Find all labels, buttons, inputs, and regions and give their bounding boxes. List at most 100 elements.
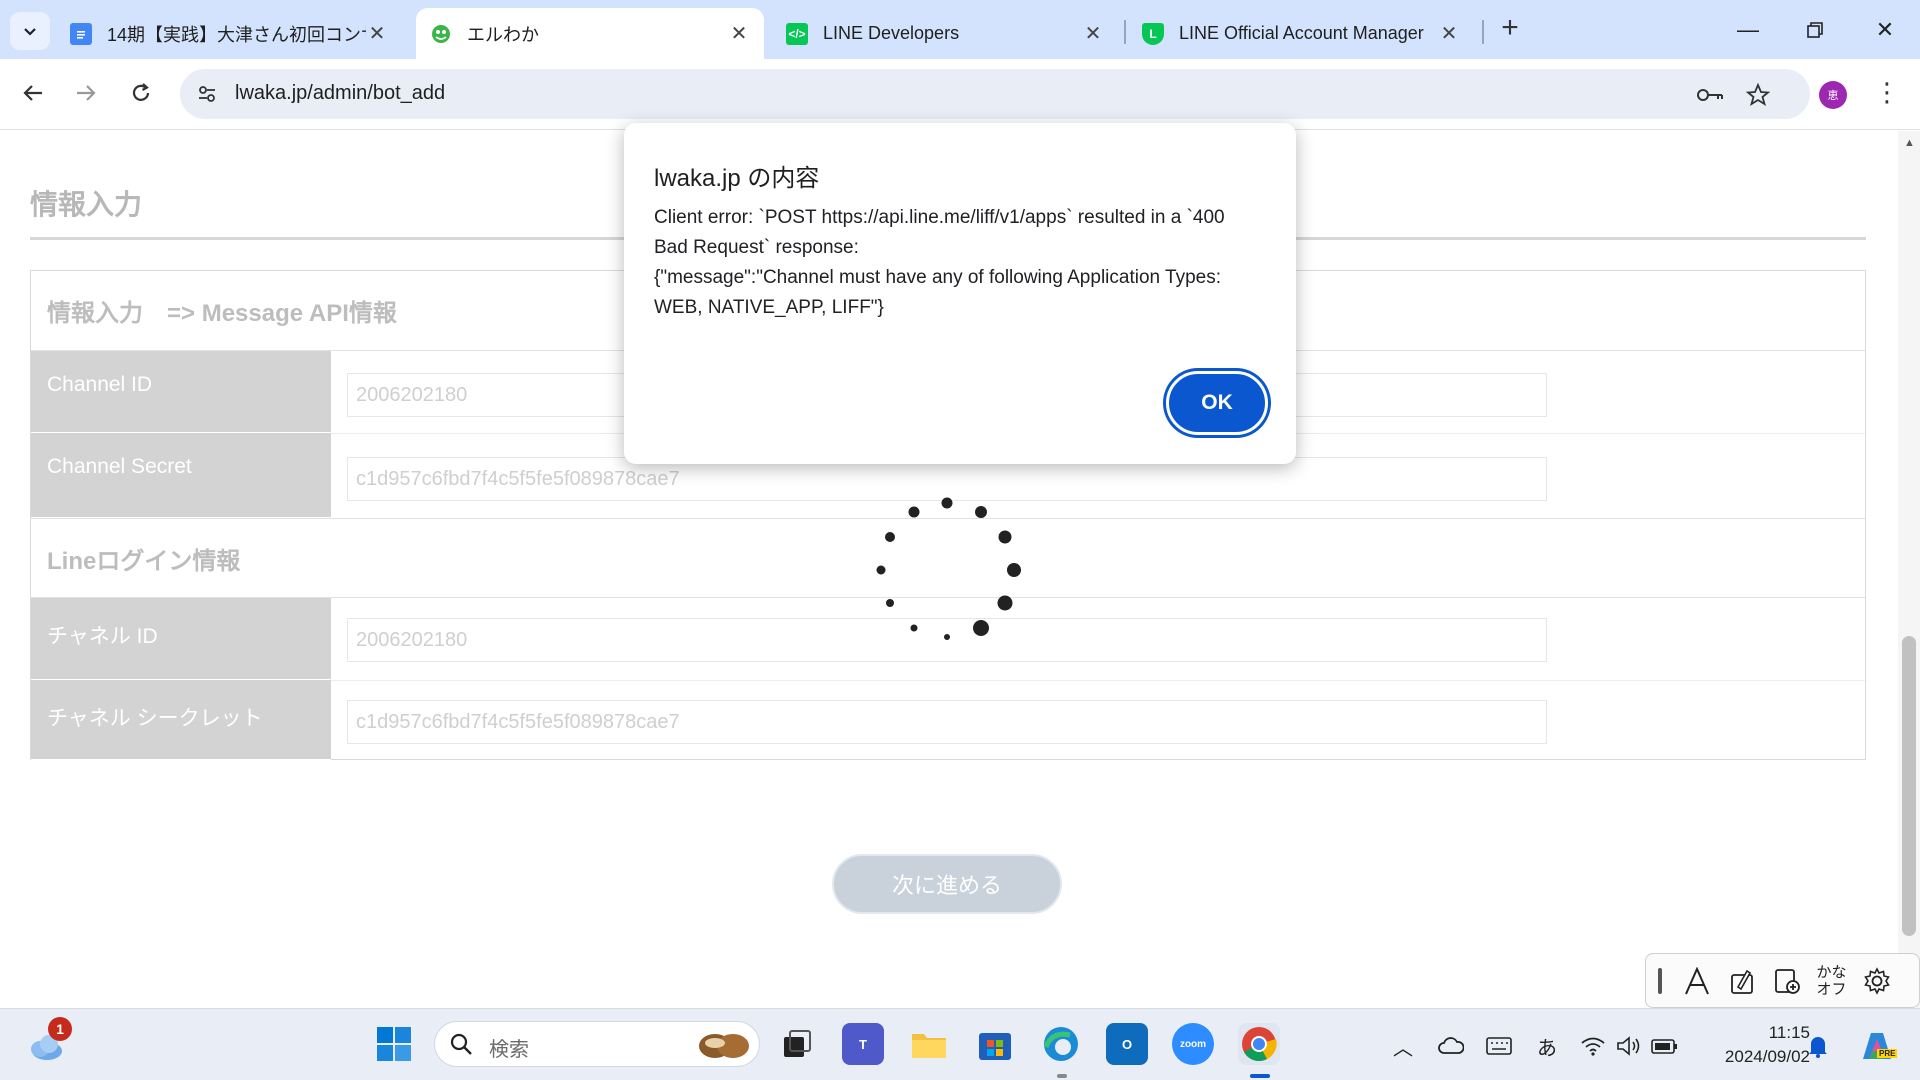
login-channel-secret-input[interactable] bbox=[347, 700, 1547, 744]
notification-badge: 1 bbox=[48, 1017, 72, 1041]
tab-label: LINE Developers bbox=[823, 23, 960, 43]
row-divider bbox=[331, 680, 1867, 681]
ime-drag-handle[interactable] bbox=[1646, 953, 1674, 1008]
chrome-icon[interactable] bbox=[1238, 1023, 1280, 1065]
restore-icon bbox=[1807, 22, 1823, 38]
tab-label: エルわか bbox=[467, 24, 539, 45]
windows-start-button[interactable] bbox=[373, 1023, 415, 1065]
ok-button[interactable]: OK bbox=[1166, 371, 1268, 435]
restore-button[interactable] bbox=[1790, 10, 1840, 50]
show-hidden-icons-icon[interactable]: ︿ bbox=[1388, 1031, 1418, 1061]
close-icon[interactable]: ✕ bbox=[1438, 21, 1460, 46]
ime-dictionary-add-icon[interactable] bbox=[1764, 953, 1809, 1008]
forward-button[interactable] bbox=[68, 75, 104, 111]
close-icon[interactable]: ✕ bbox=[1082, 21, 1104, 46]
key-icon[interactable] bbox=[1696, 81, 1724, 109]
login-channel-id-label: チャネル ID bbox=[31, 598, 331, 680]
dialog-title: lwaka.jp の内容 bbox=[654, 165, 820, 192]
copilot-icon[interactable]: PRE bbox=[1857, 1031, 1898, 1061]
tab-separator bbox=[1124, 20, 1126, 44]
tab-erwaka[interactable]: エルわか ✕ bbox=[416, 8, 764, 59]
volume-icon[interactable] bbox=[1614, 1031, 1644, 1061]
onedrive-cloud-icon[interactable] bbox=[1436, 1031, 1466, 1061]
search-icon bbox=[450, 1033, 472, 1055]
tab-consult-doc[interactable]: 14期【実践】大津さん初回コンサル ✕ bbox=[56, 8, 402, 59]
zoom-icon[interactable]: zoom bbox=[1172, 1023, 1214, 1065]
wifi-icon[interactable] bbox=[1578, 1031, 1608, 1061]
ime-kana-toggle[interactable]: かな オフ bbox=[1809, 953, 1854, 1008]
reload-icon bbox=[132, 83, 150, 101]
file-explorer-icon[interactable] bbox=[908, 1023, 950, 1065]
weather-widget[interactable]: 1 bbox=[24, 1017, 72, 1067]
battery-icon[interactable] bbox=[1650, 1031, 1680, 1061]
taskbar-search-box[interactable]: 検索 bbox=[434, 1021, 760, 1067]
close-icon[interactable]: ✕ bbox=[366, 21, 388, 46]
tab-search-button[interactable] bbox=[10, 12, 50, 50]
ime-font-icon[interactable] bbox=[1674, 953, 1719, 1008]
line-login-heading: Lineログイン情報 bbox=[31, 518, 1865, 598]
scroll-up-icon[interactable]: ▲ bbox=[1904, 137, 1915, 149]
url-text: lwaka.jp/admin/bot_add bbox=[235, 82, 446, 104]
task-view-icon[interactable] bbox=[776, 1023, 818, 1065]
search-highlight-image bbox=[699, 1034, 749, 1058]
page-scrollbar[interactable]: ▲ bbox=[1898, 131, 1920, 1008]
site-settings-icon[interactable] bbox=[194, 81, 220, 107]
tab-line-oa-manager[interactable]: L LINE Official Account Manager ✕ bbox=[1128, 8, 1474, 59]
clock-date: 2024/09/02 bbox=[1724, 1047, 1810, 1066]
ime-kana-state: オフ bbox=[1816, 980, 1847, 998]
section-title: 情報入力 bbox=[30, 189, 143, 220]
line-login-heading-text: Lineログイン情報 bbox=[47, 548, 241, 575]
ime-settings-gear-icon[interactable] bbox=[1854, 953, 1899, 1008]
tab-line-developers[interactable]: </> LINE Developers ✕ bbox=[772, 8, 1118, 59]
next-button[interactable]: 次に進める bbox=[832, 854, 1062, 914]
edge-icon[interactable] bbox=[1040, 1023, 1082, 1065]
docs-icon bbox=[70, 22, 92, 45]
tab-strip: 14期【実践】大津さん初回コンサル ✕ エルわか ✕ </> LINE Deve… bbox=[0, 0, 1920, 59]
address-bar[interactable]: lwaka.jp/admin/bot_add bbox=[180, 69, 1810, 119]
back-button[interactable] bbox=[15, 75, 51, 111]
tab-label: LINE Official Account Manager bbox=[1179, 23, 1424, 43]
login-channel-secret-label: チャネル シークレット bbox=[31, 680, 331, 760]
bookmark-star-icon[interactable] bbox=[1744, 81, 1772, 109]
line-developers-icon: </> bbox=[786, 22, 808, 45]
microsoft-store-icon[interactable] bbox=[974, 1023, 1016, 1065]
clock-time: 11:15 bbox=[1768, 1023, 1810, 1042]
windows-logo-icon bbox=[377, 1027, 411, 1061]
arrow-left-icon bbox=[23, 85, 42, 101]
running-indicator bbox=[1057, 1074, 1067, 1078]
erwaka-icon bbox=[430, 22, 452, 45]
active-app-indicator bbox=[1250, 1074, 1270, 1078]
chevron-down-icon bbox=[24, 28, 36, 36]
close-window-button[interactable]: ✕ bbox=[1860, 10, 1910, 50]
outlook-icon[interactable]: O bbox=[1106, 1023, 1148, 1065]
windows-taskbar: 1 検索 T O zoom ︿ あ 11:15 2024/09/02 PRE bbox=[0, 1008, 1920, 1080]
alert-dialog: lwaka.jp の内容 Client error: `POST https:/… bbox=[624, 123, 1296, 464]
scroll-thumb[interactable] bbox=[1902, 636, 1916, 936]
ime-kana-label: かな bbox=[1816, 963, 1847, 981]
keyboard-icon[interactable] bbox=[1484, 1031, 1514, 1061]
profile-avatar[interactable]: 恵 bbox=[1819, 81, 1847, 109]
search-placeholder: 検索 bbox=[489, 1039, 529, 1061]
message-api-heading-text: 情報入力 => Message API情報 bbox=[47, 300, 397, 327]
teams-icon[interactable]: T bbox=[842, 1023, 884, 1065]
copilot-pre-badge: PRE bbox=[1877, 1049, 1898, 1058]
channel-secret-label: Channel Secret bbox=[31, 433, 331, 518]
tab-label: 14期【実践】大津さん初回コンサル bbox=[107, 24, 366, 45]
new-tab-button[interactable]: + bbox=[1494, 13, 1526, 45]
tab-separator bbox=[1482, 20, 1484, 44]
ime-handwriting-icon[interactable] bbox=[1719, 953, 1764, 1008]
arrow-right-icon bbox=[77, 85, 96, 101]
dialog-message: Client error: `POST https://api.line.me/… bbox=[654, 207, 1225, 318]
close-icon[interactable]: ✕ bbox=[728, 21, 750, 46]
chrome-menu-icon[interactable]: ⋮ bbox=[1872, 77, 1902, 113]
ime-mode-indicator[interactable]: あ bbox=[1532, 1031, 1562, 1061]
minimize-button[interactable]: — bbox=[1723, 10, 1773, 50]
login-channel-id-input[interactable] bbox=[347, 618, 1547, 662]
browser-toolbar: lwaka.jp/admin/bot_add 恵 ⋮ bbox=[0, 59, 1920, 130]
ime-toolbar: かな オフ bbox=[1645, 953, 1920, 1008]
system-clock[interactable]: 11:15 2024/09/02 bbox=[1700, 1021, 1810, 1069]
notification-bell-icon[interactable] bbox=[1803, 1031, 1833, 1061]
channel-id-label: Channel ID bbox=[31, 351, 331, 433]
line-oa-icon: L bbox=[1142, 22, 1164, 45]
reload-button[interactable] bbox=[123, 75, 159, 111]
